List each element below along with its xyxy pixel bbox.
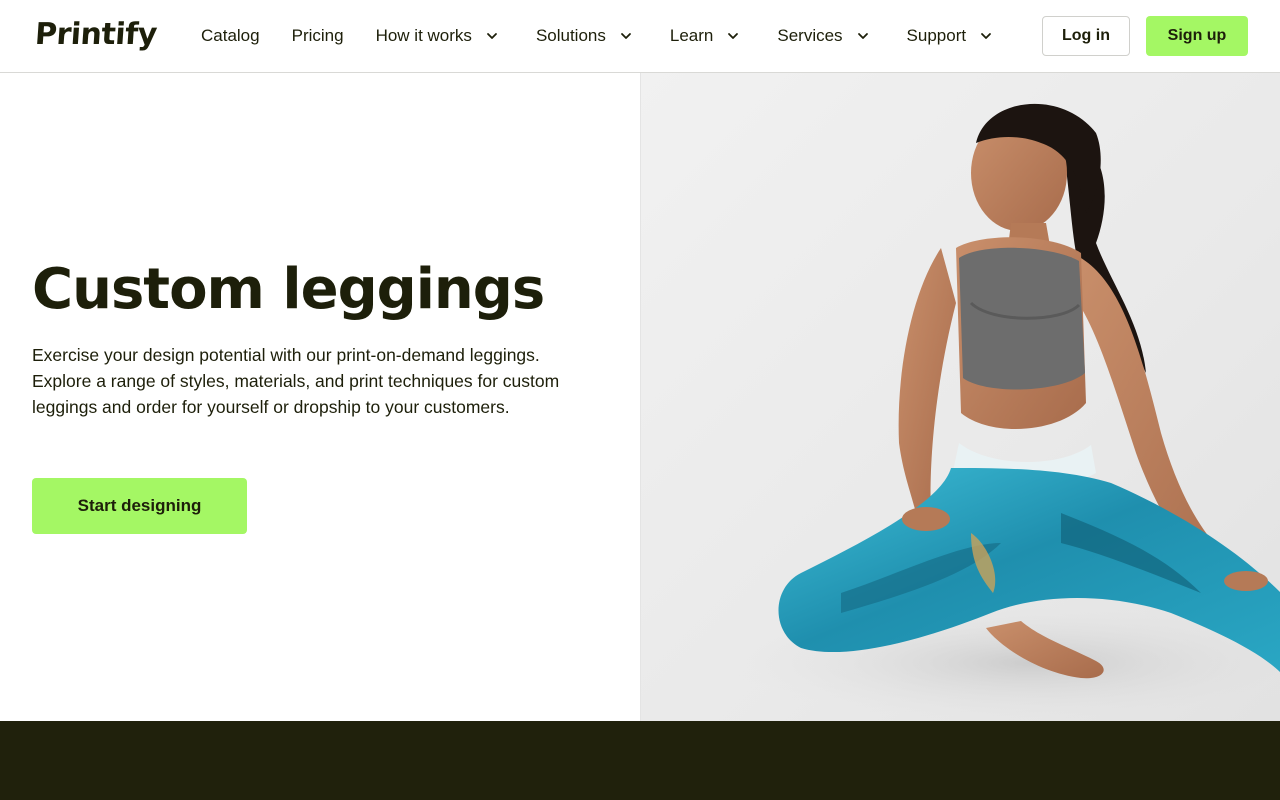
nav-item-learn[interactable]: Learn: [670, 0, 741, 72]
chevron-down-icon: [618, 28, 634, 44]
site-header: Printify Catalog Pricing How it works So…: [0, 0, 1280, 73]
hero-image: [640, 73, 1280, 721]
nav-item-pricing[interactable]: Pricing: [292, 0, 344, 72]
signup-button[interactable]: Sign up: [1146, 16, 1248, 56]
nav-item-solutions[interactable]: Solutions: [536, 0, 634, 72]
chevron-down-icon: [978, 28, 994, 44]
login-button[interactable]: Log in: [1042, 16, 1130, 56]
page-title: Custom leggings: [32, 257, 545, 322]
nav-item-label: Solutions: [535, 26, 606, 45]
model-illustration: [731, 103, 1280, 721]
dark-footer-band: [0, 721, 1280, 800]
nav-item-services[interactable]: Services: [777, 0, 870, 72]
nav-item-catalog[interactable]: Catalog: [201, 0, 260, 72]
nav-item-support[interactable]: Support: [907, 0, 995, 72]
chevron-down-icon: [855, 28, 871, 44]
printify-logo[interactable]: Printify: [34, 17, 158, 53]
nav-item-label: Learn: [669, 26, 714, 45]
nav-item-how-it-works[interactable]: How it works: [376, 0, 500, 72]
start-designing-button[interactable]: Start designing: [32, 478, 247, 534]
nav-item-label: Support: [906, 26, 967, 45]
nav-item-label: Pricing: [291, 26, 344, 45]
nav-item-label: Services: [777, 26, 843, 45]
chevron-down-icon: [725, 28, 741, 44]
hero-description: Exercise your design potential with our …: [32, 345, 560, 417]
nav-item-label: Catalog: [201, 26, 260, 45]
chevron-down-icon: [484, 28, 500, 44]
nav-item-label: How it works: [375, 26, 472, 45]
main-nav: Catalog Pricing How it works Solutions L…: [201, 0, 994, 72]
